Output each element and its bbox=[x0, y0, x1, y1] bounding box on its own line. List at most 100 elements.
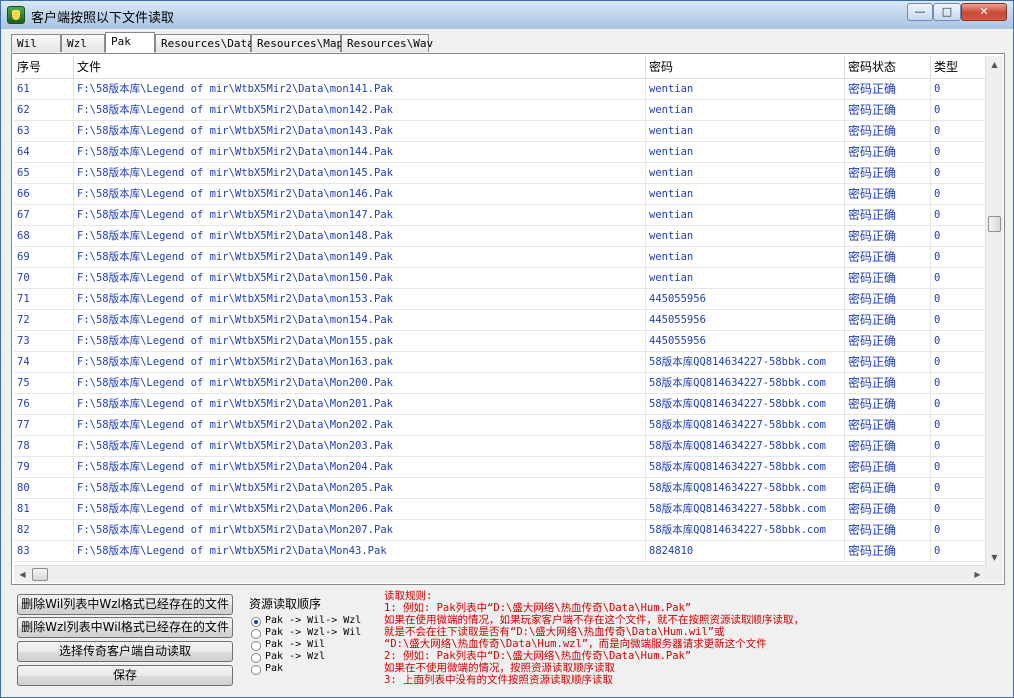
tab-resources-map[interactable]: Resources\Map bbox=[251, 34, 343, 52]
cell-password-status: 密码正确 bbox=[845, 436, 931, 456]
close-button[interactable]: ✕ bbox=[961, 3, 1007, 21]
tab-pak[interactable]: Pak bbox=[105, 32, 155, 53]
table-row[interactable]: 71 F:\58版本库\Legend of mir\WtbX5Mir2\Data\… bbox=[14, 289, 986, 310]
cell-password-status: 密码正确 bbox=[845, 163, 931, 183]
rule-line: 1: 例如: Pak列表中“D:\盛大网络\热血传奇\Data\Hum.Pak” bbox=[384, 602, 692, 614]
cell-file: F:\58版本库\Legend of mir\WtbX5Mir2\Data\mo… bbox=[74, 289, 646, 309]
cell-type: 0 bbox=[931, 457, 986, 477]
cell-password: 58版本库QQ814634227-58bbk.com bbox=[646, 436, 845, 456]
cell-password: 8824810 bbox=[646, 541, 845, 561]
table-row[interactable]: 64 F:\58版本库\Legend of mir\WtbX5Mir2\Data\… bbox=[14, 142, 986, 163]
radio-icon[interactable] bbox=[251, 617, 261, 627]
radio-icon[interactable] bbox=[251, 665, 261, 675]
delete-wzl-duplicates-button[interactable]: 删除Wzl列表中Wil格式已经存在的文件 bbox=[17, 617, 233, 638]
minimize-button[interactable]: — bbox=[907, 3, 933, 21]
table-row[interactable]: 77 F:\58版本库\Legend of mir\WtbX5Mir2\Data\… bbox=[14, 415, 986, 436]
table-row[interactable]: 78 F:\58版本库\Legend of mir\WtbX5Mir2\Data\… bbox=[14, 436, 986, 457]
cell-password: 58版本库QQ814634227-58bbk.com bbox=[646, 394, 845, 414]
radio-icon[interactable] bbox=[251, 641, 261, 651]
cell-password-status: 密码正确 bbox=[845, 331, 931, 351]
radio-icon[interactable] bbox=[251, 629, 261, 639]
column-header-index[interactable]: 序号 bbox=[14, 56, 74, 78]
delete-wil-duplicates-button[interactable]: 删除Wil列表中Wzl格式已经存在的文件 bbox=[17, 594, 233, 615]
scrollbar-corner bbox=[986, 566, 1003, 583]
table-row[interactable]: 73 F:\58版本库\Legend of mir\WtbX5Mir2\Data\… bbox=[14, 331, 986, 352]
save-button[interactable]: 保存 bbox=[17, 665, 233, 686]
read-rules: 读取规则: 1: 例如: Pak列表中“D:\盛大网络\热血传奇\Data\Hu… bbox=[384, 590, 1004, 694]
tab-resources-wav[interactable]: Resources\Wav bbox=[341, 34, 433, 52]
file-list[interactable]: 序号 文件 密码 密码状态 类型 61 F:\58版本库\Legend of mi… bbox=[11, 53, 1005, 585]
column-header-password[interactable]: 密码 bbox=[646, 56, 845, 78]
table-row[interactable]: 70 F:\58版本库\Legend of mir\WtbX5Mir2\Data\… bbox=[14, 268, 986, 289]
cell-password: wentian bbox=[646, 205, 845, 225]
order-option-label: Pak -> Wil-> Wzl bbox=[265, 615, 362, 626]
table-row[interactable]: 81 F:\58版本库\Legend of mir\WtbX5Mir2\Data\… bbox=[14, 499, 986, 520]
cell-password: wentian bbox=[646, 163, 845, 183]
tab-strip: Wil Wzl Pak Resources\Data Resources\Map… bbox=[11, 32, 1001, 53]
scroll-up-icon[interactable]: ▲ bbox=[986, 56, 1003, 73]
scroll-left-icon[interactable]: ◀ bbox=[14, 566, 31, 583]
cell-index: 68 bbox=[14, 226, 74, 246]
table-row[interactable]: 63 F:\58版本库\Legend of mir\WtbX5Mir2\Data\… bbox=[14, 121, 986, 142]
table-row[interactable]: 61 F:\58版本库\Legend of mir\WtbX5Mir2\Data\… bbox=[14, 79, 986, 100]
cell-index: 82 bbox=[14, 520, 74, 540]
vertical-scroll-thumb[interactable] bbox=[988, 216, 1001, 232]
table-row[interactable]: 65 F:\58版本库\Legend of mir\WtbX5Mir2\Data\… bbox=[14, 163, 986, 184]
column-header-file[interactable]: 文件 bbox=[74, 56, 646, 78]
cell-type: 0 bbox=[931, 247, 986, 267]
cell-type: 0 bbox=[931, 373, 986, 393]
cell-password: wentian bbox=[646, 142, 845, 162]
horizontal-scroll-thumb[interactable] bbox=[32, 568, 48, 581]
cell-index: 65 bbox=[14, 163, 74, 183]
cell-type: 0 bbox=[931, 352, 986, 372]
vertical-scrollbar[interactable]: ▲ ▼ bbox=[985, 56, 1003, 566]
table-row[interactable]: 66 F:\58版本库\Legend of mir\WtbX5Mir2\Data\… bbox=[14, 184, 986, 205]
cell-password-status: 密码正确 bbox=[845, 184, 931, 204]
table-row[interactable]: 68 F:\58版本库\Legend of mir\WtbX5Mir2\Data\… bbox=[14, 226, 986, 247]
tab-wzl[interactable]: Wzl bbox=[61, 34, 105, 52]
table-row[interactable]: 67 F:\58版本库\Legend of mir\WtbX5Mir2\Data\… bbox=[14, 205, 986, 226]
cell-password-status: 密码正确 bbox=[845, 499, 931, 519]
table-row[interactable]: 75 F:\58版本库\Legend of mir\WtbX5Mir2\Data\… bbox=[14, 373, 986, 394]
horizontal-scrollbar[interactable]: ◀ ▶ bbox=[14, 565, 986, 583]
maximize-button[interactable]: □ bbox=[933, 3, 961, 21]
cell-index: 80 bbox=[14, 478, 74, 498]
table-row[interactable]: 79 F:\58版本库\Legend of mir\WtbX5Mir2\Data\… bbox=[14, 457, 986, 478]
table-row[interactable]: 80 F:\58版本库\Legend of mir\WtbX5Mir2\Data\… bbox=[14, 478, 986, 499]
minimize-icon: — bbox=[914, 5, 926, 18]
title-bar[interactable]: 客户端按照以下文件读取 — □ ✕ bbox=[1, 1, 1013, 29]
auto-read-client-button[interactable]: 选择传奇客户端自动读取 bbox=[17, 641, 233, 662]
cell-index: 70 bbox=[14, 268, 74, 288]
table-row[interactable]: 82 F:\58版本库\Legend of mir\WtbX5Mir2\Data\… bbox=[14, 520, 986, 541]
scroll-right-icon[interactable]: ▶ bbox=[969, 566, 986, 583]
cell-type: 0 bbox=[931, 499, 986, 519]
cell-file: F:\58版本库\Legend of mir\WtbX5Mir2\Data\mo… bbox=[74, 205, 646, 225]
window-title: 客户端按照以下文件读取 bbox=[31, 11, 175, 26]
column-header-password-status[interactable]: 密码状态 bbox=[845, 56, 931, 78]
cell-password: 58版本库QQ814634227-58bbk.com bbox=[646, 415, 845, 435]
tab-wil[interactable]: Wil bbox=[11, 34, 61, 52]
radio-icon[interactable] bbox=[251, 653, 261, 663]
cell-file: F:\58版本库\Legend of mir\WtbX5Mir2\Data\mo… bbox=[74, 142, 646, 162]
cell-password-status: 密码正确 bbox=[845, 226, 931, 246]
cell-index: 74 bbox=[14, 352, 74, 372]
column-header-type[interactable]: 类型 bbox=[931, 56, 986, 78]
table-row[interactable]: 74 F:\58版本库\Legend of mir\WtbX5Mir2\Data\… bbox=[14, 352, 986, 373]
rule-line: “D:\盛大网络\热血传奇\Data\Hum.wzl”，而是向微端服务器请求更新… bbox=[384, 638, 767, 650]
rule-line: 就是不会在往下读取是否有“D:\盛大网络\热血传奇\Data\Hum.wil”或 bbox=[384, 626, 725, 638]
cell-password-status: 密码正确 bbox=[845, 373, 931, 393]
main-window: 客户端按照以下文件读取 — □ ✕ Wil Wzl Pak Resources\… bbox=[0, 0, 1014, 698]
cell-index: 61 bbox=[14, 79, 74, 99]
table-row[interactable]: 69 F:\58版本库\Legend of mir\WtbX5Mir2\Data\… bbox=[14, 247, 986, 268]
scroll-down-icon[interactable]: ▼ bbox=[986, 549, 1003, 566]
tab-resources-data[interactable]: Resources\Data bbox=[155, 34, 254, 52]
cell-type: 0 bbox=[931, 163, 986, 183]
table-row[interactable]: 62 F:\58版本库\Legend of mir\WtbX5Mir2\Data\… bbox=[14, 100, 986, 121]
rules-heading: 读取规则: bbox=[384, 590, 433, 602]
table-row[interactable]: 76 F:\58版本库\Legend of mir\WtbX5Mir2\Data\… bbox=[14, 394, 986, 415]
read-order-title: 资源读取顺序 bbox=[249, 597, 322, 611]
cell-password: wentian bbox=[646, 121, 845, 141]
app-icon bbox=[7, 6, 25, 24]
table-row[interactable]: 83 F:\58版本库\Legend of mir\WtbX5Mir2\Data\… bbox=[14, 541, 986, 562]
table-row[interactable]: 72 F:\58版本库\Legend of mir\WtbX5Mir2\Data\… bbox=[14, 310, 986, 331]
